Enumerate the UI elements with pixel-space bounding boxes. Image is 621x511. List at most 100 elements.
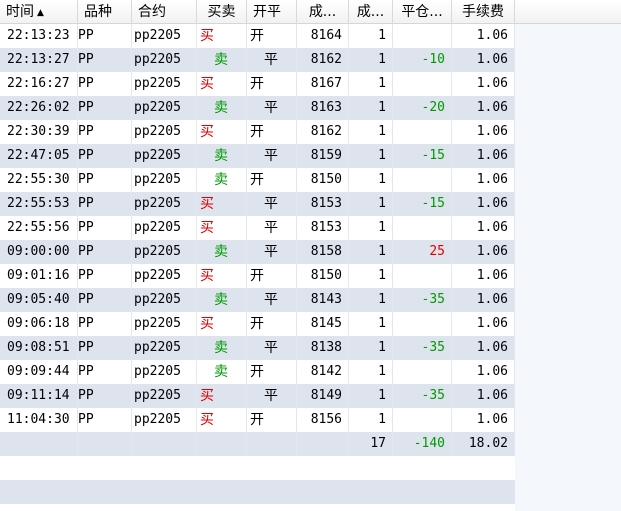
cell-open-close: 开 bbox=[247, 24, 297, 48]
table-row[interactable]: 09:06:18 PP pp2205 买开 8145 1 1.06 bbox=[0, 312, 515, 336]
table-row[interactable]: 09:05:40 PP pp2205 卖平 8143 1 -35 1.06 bbox=[0, 288, 515, 312]
cell-price: 8158 bbox=[297, 240, 349, 264]
cell-open-close: 平 bbox=[247, 336, 297, 360]
cell-side: 买 bbox=[197, 312, 247, 336]
cell-fee: 1.06 bbox=[452, 240, 515, 264]
table-row[interactable]: 22:30:39 PP pp2205 买开 8162 1 1.06 bbox=[0, 120, 515, 144]
column-header-product[interactable]: 品种 bbox=[78, 0, 132, 24]
cell-side: 买 bbox=[197, 384, 247, 408]
cell-side: 买 bbox=[197, 72, 247, 96]
cell-contract: pp2205 bbox=[132, 72, 197, 96]
cell-price: 8162 bbox=[297, 48, 349, 72]
cell-fee: 1.06 bbox=[452, 144, 515, 168]
column-header-label: 成... bbox=[356, 4, 385, 20]
cell-open-close: 平 bbox=[247, 144, 297, 168]
cell-contract: pp2205 bbox=[132, 216, 197, 240]
cell-product: PP bbox=[78, 192, 132, 216]
column-header-open-close[interactable]: 开平 bbox=[247, 0, 297, 24]
column-header-side[interactable]: 买卖 bbox=[197, 0, 247, 24]
cell-price: 8153 bbox=[297, 216, 349, 240]
table-row[interactable]: 22:13:27 PP pp2205 卖平 8162 1 -10 1.06 bbox=[0, 48, 515, 72]
table-row[interactable]: 11:04:30 PP pp2205 买开 8156 1 1.06 bbox=[0, 408, 515, 432]
cell-close-pnl: -20 bbox=[393, 96, 452, 120]
cell-price: 8159 bbox=[297, 144, 349, 168]
column-header-time[interactable]: 时间 ▲ bbox=[0, 0, 78, 24]
table-row[interactable]: 22:55:56 PP pp2205 买平 8153 1 1.06 bbox=[0, 216, 515, 240]
cell-time: 09:01:16 bbox=[0, 264, 78, 288]
cell-product: PP bbox=[78, 288, 132, 312]
cell-close-pnl bbox=[393, 360, 452, 384]
table-row[interactable]: 22:47:05 PP pp2205 卖平 8159 1 -15 1.06 bbox=[0, 144, 515, 168]
cell-fee: 1.06 bbox=[452, 384, 515, 408]
cell-price: 8150 bbox=[297, 168, 349, 192]
cell-volume: 1 bbox=[349, 72, 393, 96]
trade-records-table: 时间 ▲ 品种 合约 买卖 开平 成... 成... 平仓... 手续费 22:1… bbox=[0, 0, 621, 511]
table-row[interactable]: 22:26:02 PP pp2205 卖平 8163 1 -20 1.06 bbox=[0, 96, 515, 120]
table-row[interactable]: 22:16:27 PP pp2205 买开 8167 1 1.06 bbox=[0, 72, 515, 96]
cell-volume: 1 bbox=[349, 264, 393, 288]
cell-open-close: 开 bbox=[247, 168, 297, 192]
cell-volume: 1 bbox=[349, 192, 393, 216]
cell-volume: 1 bbox=[349, 144, 393, 168]
table-row[interactable]: 09:09:44 PP pp2205 卖开 8142 1 1.06 bbox=[0, 360, 515, 384]
cell-time: 09:00:00 bbox=[0, 240, 78, 264]
cell-fee: 1.06 bbox=[452, 288, 515, 312]
table-row[interactable]: 22:55:30 PP pp2205 卖开 8150 1 1.06 bbox=[0, 168, 515, 192]
table-row[interactable]: 22:55:53 PP pp2205 买平 8153 1 -15 1.06 bbox=[0, 192, 515, 216]
cell-side: 卖 bbox=[197, 96, 247, 120]
column-header-close-pnl[interactable]: 平仓... bbox=[393, 0, 452, 24]
cell-time: 09:09:44 bbox=[0, 360, 78, 384]
empty-row bbox=[0, 456, 515, 480]
cell-close-pnl: -15 bbox=[393, 144, 452, 168]
cell-fee: 1.06 bbox=[452, 96, 515, 120]
column-header-volume[interactable]: 成... bbox=[349, 0, 393, 24]
cell-contract: pp2205 bbox=[132, 408, 197, 432]
table-row[interactable]: 09:01:16 PP pp2205 买开 8150 1 1.06 bbox=[0, 264, 515, 288]
cell-time: 09:05:40 bbox=[0, 288, 78, 312]
cell-volume: 1 bbox=[349, 312, 393, 336]
cell-contract: pp2205 bbox=[132, 312, 197, 336]
table-row[interactable]: 09:08:51 PP pp2205 卖平 8138 1 -35 1.06 bbox=[0, 336, 515, 360]
cell-time: 22:16:27 bbox=[0, 72, 78, 96]
cell-time: 22:13:23 bbox=[0, 24, 78, 48]
cell-contract: pp2205 bbox=[132, 168, 197, 192]
table-row[interactable]: 09:11:14 PP pp2205 买平 8149 1 -35 1.06 bbox=[0, 384, 515, 408]
cell-price: 8156 bbox=[297, 408, 349, 432]
cell-product: PP bbox=[78, 264, 132, 288]
cell-side: 买 bbox=[197, 216, 247, 240]
cell-time: 09:08:51 bbox=[0, 336, 78, 360]
cell-open-close: 开 bbox=[247, 360, 297, 384]
column-header-fee[interactable]: 手续费 bbox=[452, 0, 515, 24]
column-header-contract[interactable]: 合约 bbox=[132, 0, 197, 24]
cell-product: PP bbox=[78, 48, 132, 72]
cell-contract: pp2205 bbox=[132, 192, 197, 216]
table-row[interactable]: 09:00:00 PP pp2205 卖平 8158 1 25 1.06 bbox=[0, 240, 515, 264]
table-row[interactable]: 22:13:23 PP pp2205 买开 8164 1 1.06 bbox=[0, 24, 515, 48]
cell-open-close: 平 bbox=[247, 288, 297, 312]
cell-fee: 1.06 bbox=[452, 48, 515, 72]
cell-price: 8167 bbox=[297, 72, 349, 96]
cell-volume: 1 bbox=[349, 24, 393, 48]
totals-empty-cell bbox=[297, 432, 349, 456]
cell-open-close: 开 bbox=[247, 72, 297, 96]
cell-close-pnl bbox=[393, 408, 452, 432]
cell-close-pnl: -35 bbox=[393, 384, 452, 408]
cell-fee: 1.06 bbox=[452, 216, 515, 240]
cell-fee: 1.06 bbox=[452, 192, 515, 216]
column-header-label: 买卖 bbox=[207, 4, 236, 20]
cell-open-close: 平 bbox=[247, 240, 297, 264]
cell-volume: 1 bbox=[349, 336, 393, 360]
cell-product: PP bbox=[78, 24, 132, 48]
totals-empty-cell bbox=[78, 432, 132, 456]
cell-contract: pp2205 bbox=[132, 120, 197, 144]
cell-side: 卖 bbox=[197, 48, 247, 72]
cell-contract: pp2205 bbox=[132, 24, 197, 48]
cell-volume: 1 bbox=[349, 168, 393, 192]
column-header-price[interactable]: 成... bbox=[297, 0, 349, 24]
column-header-label: 品种 bbox=[84, 4, 112, 20]
cell-side: 卖 bbox=[197, 336, 247, 360]
cell-fee: 1.06 bbox=[452, 336, 515, 360]
cell-time: 11:04:30 bbox=[0, 408, 78, 432]
cell-close-pnl bbox=[393, 24, 452, 48]
cell-side: 卖 bbox=[197, 288, 247, 312]
